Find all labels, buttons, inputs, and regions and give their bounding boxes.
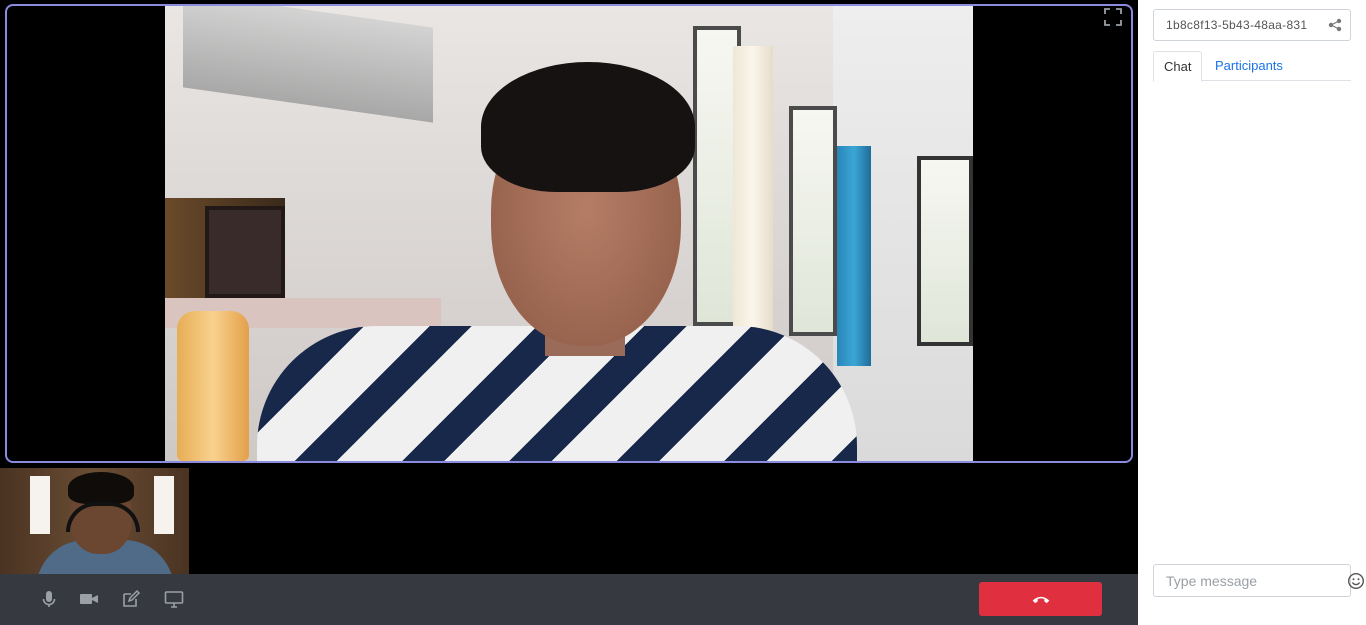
phone-hangup-icon (1032, 596, 1049, 604)
remote-person-hair (481, 62, 695, 192)
video-background-window (917, 156, 973, 346)
video-background-bottle (177, 311, 249, 461)
smiley-icon[interactable] (1347, 572, 1365, 590)
monitor-icon[interactable] (163, 588, 185, 610)
share-icon[interactable] (1328, 18, 1342, 32)
local-video[interactable] (0, 468, 189, 574)
message-composer (1153, 564, 1365, 597)
room-id-field[interactable]: 1b8c8f13-5b43-48aa-831 (1153, 9, 1351, 41)
edit-icon[interactable] (120, 588, 142, 610)
tab-chat[interactable]: Chat (1153, 51, 1203, 82)
video-background-shelf (183, 6, 433, 123)
local-person-hair (68, 472, 134, 504)
message-input[interactable] (1166, 572, 1347, 589)
remote-video-frame[interactable] (5, 4, 1133, 463)
call-control-bar (0, 574, 1138, 625)
end-call-button[interactable] (979, 582, 1102, 616)
video-call-app: 1b8c8f13-5b43-48aa-831 Chat Participants (0, 0, 1366, 625)
chat-side-panel: 1b8c8f13-5b43-48aa-831 Chat Participants (1138, 0, 1366, 625)
video-background-window (789, 106, 837, 336)
chat-tabs: Chat Participants (1153, 51, 1351, 82)
room-id-text[interactable]: 1b8c8f13-5b43-48aa-831 (1166, 18, 1322, 32)
video-background-curtain (733, 46, 773, 366)
microphone-icon[interactable] (38, 588, 60, 610)
video-background-frame (205, 206, 285, 298)
video-camera-icon[interactable] (78, 588, 100, 610)
tab-participants[interactable]: Participants (1205, 51, 1293, 82)
video-stage (0, 0, 1138, 625)
local-video-background-panel (154, 476, 174, 534)
local-video-background-panel (30, 476, 50, 534)
remote-video[interactable] (165, 6, 973, 461)
fullscreen-icon[interactable] (1104, 8, 1122, 26)
video-background-curtain (837, 146, 871, 366)
